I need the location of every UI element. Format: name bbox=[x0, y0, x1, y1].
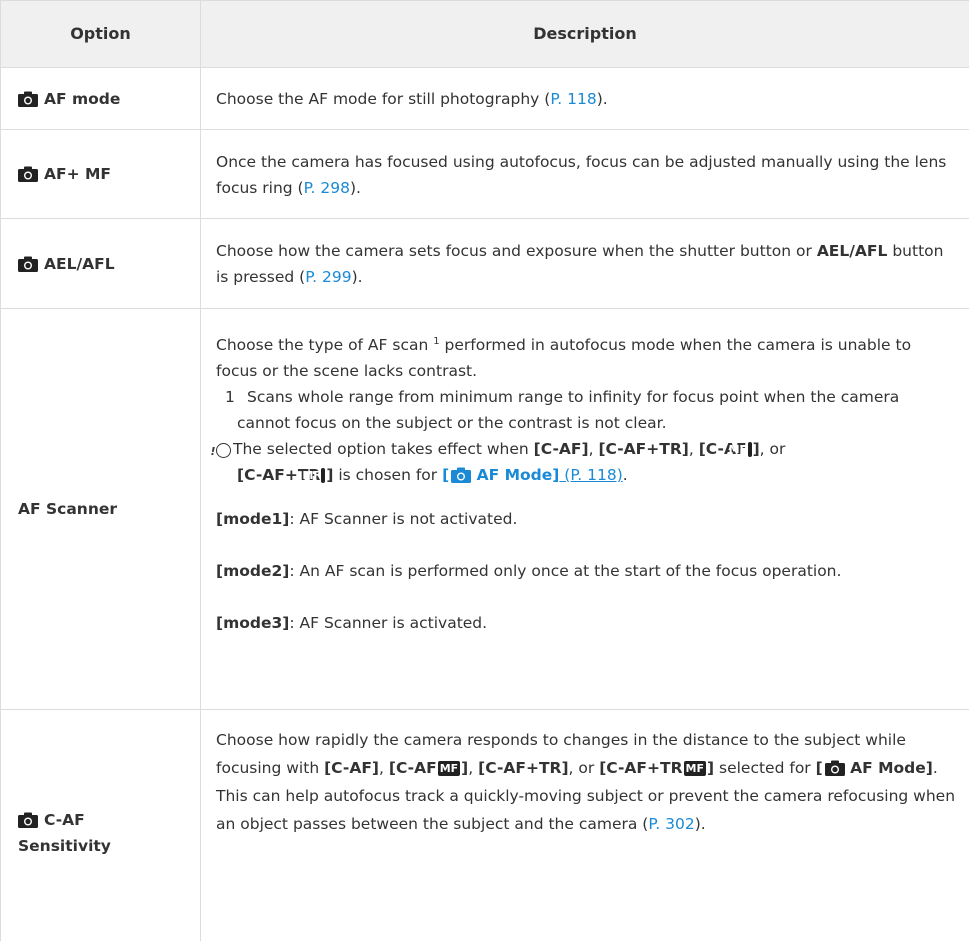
camera-icon bbox=[18, 812, 38, 828]
column-divider bbox=[200, 0, 201, 941]
option-label-block: C-AF Sensitivity bbox=[18, 807, 111, 859]
scanner-intro: Choose the type of AF scan 1 performed i… bbox=[216, 329, 956, 384]
description-text: : AF Scanner is activated. bbox=[289, 614, 488, 633]
option-label: C-AF bbox=[44, 810, 85, 829]
mode-name: [C-AF] bbox=[533, 440, 589, 459]
camera-icon bbox=[824, 760, 845, 776]
camera-icon bbox=[451, 467, 472, 484]
mode-name: [C-AFMF] bbox=[699, 440, 760, 458]
description-text: ). bbox=[351, 268, 363, 286]
option-cell: AF mode bbox=[18, 68, 193, 129]
mode-name: [C-AF] bbox=[324, 759, 379, 777]
separator: , bbox=[379, 759, 389, 777]
note-icon: ! bbox=[210, 443, 231, 459]
description-text: Choose the AF mode for still photography… bbox=[216, 90, 551, 108]
mode-name-text: ] bbox=[706, 759, 715, 777]
option-cell: AEL/AFL bbox=[18, 219, 193, 308]
mf-badge: MF bbox=[437, 761, 461, 776]
table-row: AF+ MF Once the camera has focused using… bbox=[0, 130, 969, 219]
separator: , bbox=[468, 759, 479, 777]
separator: , bbox=[688, 440, 699, 459]
footnote-number: 1 bbox=[225, 388, 235, 407]
description-text: : AF Scanner is not activated. bbox=[289, 510, 518, 529]
mode-name-text: AF Mode] bbox=[844, 759, 933, 777]
mode-label: [mode1] bbox=[216, 510, 290, 529]
description-text: is chosen for bbox=[333, 466, 443, 485]
mode-name: [C-AFMF] bbox=[389, 759, 468, 777]
mode2-line: [mode2]: An AF scan is performed only on… bbox=[216, 558, 956, 584]
mf-badge: MF bbox=[683, 761, 706, 776]
description-text: Choose how the camera sets focus and exp… bbox=[216, 242, 817, 260]
table-row: C-AF Sensitivity Choose how rapidly the … bbox=[0, 710, 969, 941]
footnote: 1 Scans whole range from minimum range t… bbox=[216, 384, 956, 436]
af-mode-link[interactable]: [ AF Mode] bbox=[442, 466, 559, 484]
mode-label: [mode2] bbox=[216, 562, 290, 581]
mode-name-text: [C-AF+TR bbox=[599, 759, 683, 777]
note: ! The selected option takes effect when [… bbox=[210, 436, 956, 488]
option-label: AF mode bbox=[44, 89, 121, 108]
separator: , or bbox=[759, 440, 786, 459]
page-link[interactable]: P. 302 bbox=[648, 815, 694, 833]
page-link[interactable]: P. 118 bbox=[550, 90, 596, 108]
table-row: AEL/AFL Choose how the camera sets focus… bbox=[0, 219, 969, 309]
description-cell: Choose the AF mode for still photography… bbox=[216, 86, 956, 112]
description-cell: Choose how rapidly the camera responds t… bbox=[216, 726, 956, 838]
description-cell: Once the camera has focused using autofo… bbox=[216, 149, 956, 201]
description-text: The selected option takes effect when bbox=[233, 440, 534, 459]
option-label: AEL/AFL bbox=[44, 254, 115, 273]
page-link[interactable]: P. 298 bbox=[304, 179, 350, 197]
description-cell: Choose the type of AF scan 1 performed i… bbox=[210, 329, 956, 636]
mf-badge: MF bbox=[729, 442, 752, 458]
af-mode-ref: [ AF Mode] bbox=[816, 759, 933, 777]
description-cell: Choose how the camera sets focus and exp… bbox=[216, 238, 956, 290]
description-text: ). bbox=[596, 90, 608, 108]
mode-name: [C-AF+TRMF] bbox=[237, 466, 333, 484]
camera-icon bbox=[18, 256, 38, 272]
mode3-line: [mode3]: AF Scanner is activated. bbox=[216, 610, 956, 636]
mode-name-text: [ bbox=[815, 759, 823, 777]
table-row: AF mode Choose the AF mode for still pho… bbox=[0, 68, 969, 130]
mode1-line: [mode1]: AF Scanner is not activated. bbox=[216, 506, 956, 532]
separator: , or bbox=[568, 759, 600, 777]
option-label: AF+ MF bbox=[44, 165, 111, 183]
link-text: AF Mode] bbox=[471, 466, 560, 485]
option-cell: AF+ MF bbox=[18, 130, 193, 218]
camera-icon bbox=[18, 91, 38, 107]
option-cell: AF Scanner bbox=[18, 309, 193, 709]
header-description: Description bbox=[533, 24, 637, 43]
page-link[interactable]: P. 299 bbox=[305, 268, 351, 286]
description-text: ). bbox=[694, 815, 706, 833]
mode-name: [C-AF+TR] bbox=[478, 759, 569, 777]
link-text: [ bbox=[442, 466, 450, 485]
option-label: Sensitivity bbox=[18, 836, 111, 855]
table-row: AF Scanner Choose the type of AF scan 1 … bbox=[0, 309, 969, 710]
description-text: ). bbox=[349, 179, 361, 197]
description-text: Choose the type of AF scan bbox=[216, 336, 429, 355]
separator: . bbox=[622, 466, 628, 485]
mode-name: [C-AF+TR] bbox=[598, 440, 689, 459]
mode-label: [mode3] bbox=[216, 614, 290, 633]
option-cell: C-AF Sensitivity bbox=[18, 724, 193, 941]
description-text: selected for bbox=[714, 759, 816, 777]
page-link[interactable]: (P. 118) bbox=[559, 466, 622, 484]
mode-name: [C-AF+TRMF] bbox=[599, 759, 714, 777]
table-header: Option Description bbox=[0, 0, 969, 68]
footnote-body: Scans whole range from minimum range to … bbox=[237, 388, 900, 433]
separator: , bbox=[588, 440, 599, 459]
mode-name-text: [C-AF bbox=[388, 759, 437, 777]
description-text: : An AF scan is performed only once at t… bbox=[289, 562, 842, 581]
footnote-text: Scans whole range from minimum range to … bbox=[237, 384, 956, 436]
button-name: AEL/AFL bbox=[816, 242, 888, 260]
mode-name-text: ] bbox=[752, 440, 760, 459]
option-label: AF Scanner bbox=[18, 500, 118, 518]
camera-icon bbox=[18, 166, 38, 182]
mf-badge: MF bbox=[302, 468, 326, 484]
header-option: Option bbox=[70, 24, 131, 43]
